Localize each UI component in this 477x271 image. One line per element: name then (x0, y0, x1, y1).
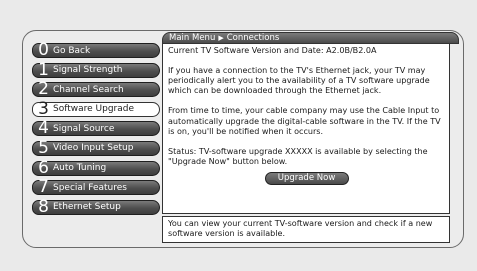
menu-item-video-input-setup[interactable]: 5 Video Input Setup (32, 137, 160, 158)
status-text: Status: TV-software upgrade XXXXX is ava… (168, 146, 428, 167)
side-menu: 0 Go Back 1 Signal Strength 2 Channel Se… (32, 40, 160, 219)
menu-item-label: Special Features (53, 182, 127, 193)
menu-item-label: Software Upgrade (53, 104, 135, 115)
breadcrumb-section: Connections (226, 33, 280, 43)
menu-item-label: Signal Source (53, 123, 115, 134)
menu-item-channel-search[interactable]: 2 Channel Search (32, 79, 160, 100)
menu-item-label: Go Back (53, 45, 91, 56)
menu-item-number: 1 (38, 59, 49, 80)
help-text: You can view your current TV-software ve… (168, 219, 433, 239)
menu-item-label: Ethernet Setup (53, 202, 121, 213)
menu-item-number: 4 (38, 118, 49, 139)
menu-item-special-features[interactable]: 7 Special Features (32, 177, 160, 198)
menu-item-go-back[interactable]: 0 Go Back (32, 40, 160, 60)
menu-item-number: 2 (38, 79, 49, 100)
menu-item-number: 3 (38, 98, 49, 119)
menu-item-number: 0 (38, 40, 49, 60)
menu-item-ethernet-setup[interactable]: 8 Ethernet Setup (32, 196, 160, 217)
content-panel: Current TV Software Version and Date: A2… (162, 43, 450, 214)
ethernet-info-text: If you have a connection to the TV's Eth… (168, 65, 430, 96)
cable-info-text: From time to time, your cable company ma… (168, 106, 441, 136)
breadcrumb-main-menu: Main Menu (169, 33, 216, 43)
menu-item-signal-strength[interactable]: 1 Signal Strength (32, 59, 160, 80)
software-version-line: Current TV Software Version and Date: A2… (168, 46, 377, 55)
triangle-right-icon: ▶ (218, 34, 224, 42)
tv-menu-screen: Main Menu ▶ Connections 0 Go Back 1 Signal… (0, 0, 477, 271)
menu-item-number: 5 (38, 137, 49, 158)
menu-item-auto-tuning[interactable]: 6 Auto Tuning (32, 157, 160, 178)
menu-item-signal-source[interactable]: 4 Signal Source (32, 118, 160, 139)
menu-item-label: Channel Search (53, 84, 124, 95)
menu-item-number: 8 (38, 196, 49, 217)
upgrade-now-button[interactable]: Upgrade Now (264, 172, 349, 186)
menu-item-label: Auto Tuning (53, 163, 107, 174)
menu-item-label: Video Input Setup (53, 143, 134, 154)
help-box: You can view your current TV-software ve… (162, 216, 450, 243)
menu-item-number: 7 (38, 177, 49, 198)
menu-item-software-upgrade[interactable]: 3 Software Upgrade (32, 98, 160, 119)
menu-item-label: Signal Strength (53, 65, 123, 76)
menu-item-number: 6 (38, 157, 49, 178)
